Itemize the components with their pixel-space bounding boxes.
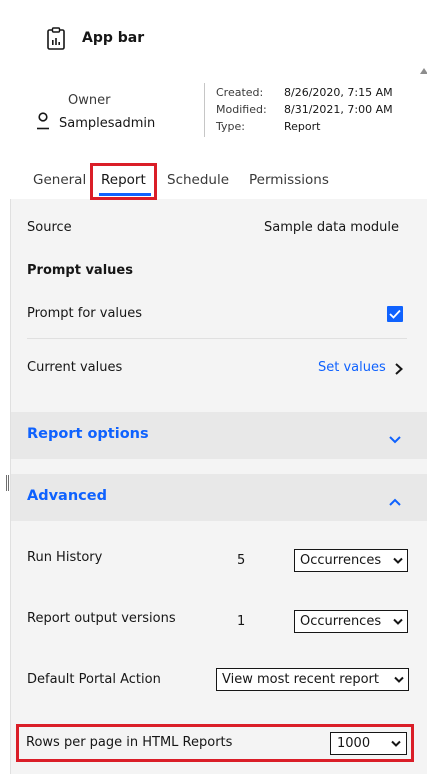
prompt-for-values-label: Prompt for values — [27, 306, 143, 321]
run-history-unit-select[interactable]: Occurrences — [294, 549, 408, 572]
tab-general[interactable]: General — [33, 172, 86, 188]
resize-handle[interactable] — [6, 475, 9, 491]
tab-schedule[interactable]: Schedule — [167, 172, 229, 188]
advanced-section[interactable]: Advanced — [11, 474, 427, 521]
scroll-up-icon[interactable] — [420, 68, 427, 74]
chevron-up-icon[interactable] — [388, 492, 402, 506]
portal-action-label: Default Portal Action — [27, 672, 161, 687]
chevron-down-icon — [393, 618, 403, 625]
tab-permissions[interactable]: Permissions — [249, 172, 329, 188]
meta-divider — [204, 83, 205, 137]
meta-modified: Modified: 8/31/2021, 7:00 AM — [216, 103, 393, 116]
source-label: Source — [27, 220, 72, 235]
run-history-count[interactable]: 5 — [237, 553, 245, 568]
checkmark-icon — [389, 309, 401, 319]
prompt-for-values-checkbox[interactable] — [387, 306, 403, 322]
rows-per-page-highlight — [16, 724, 414, 762]
run-history-label: Run History — [27, 550, 103, 565]
panel-header: App bar — [0, 0, 427, 78]
report-options-section[interactable]: Report options — [11, 412, 427, 459]
source-value: Sample data module — [264, 220, 400, 235]
report-metadata: Created: 8/26/2020, 7:15 AM Modified: 8/… — [216, 84, 393, 135]
chevron-down-icon — [393, 557, 403, 564]
chevron-down-icon — [394, 676, 404, 683]
report-tab-highlight — [90, 163, 157, 200]
current-values-label: Current values — [27, 360, 123, 375]
chevron-down-icon[interactable] — [388, 430, 402, 444]
prompt-values-heading: Prompt values — [27, 263, 133, 278]
meta-created: Created: 8/26/2020, 7:15 AM — [216, 86, 393, 99]
tab-bar: General Report Schedule Permissions — [0, 164, 427, 198]
meta-type: Type: Report — [216, 120, 321, 133]
app-title: App bar — [82, 30, 145, 46]
set-values-link[interactable]: Set values — [318, 360, 386, 375]
output-versions-label: Report output versions — [27, 611, 176, 626]
report-icon — [46, 27, 66, 51]
chevron-right-icon[interactable] — [393, 361, 405, 375]
output-versions-unit-select[interactable]: Occurrences — [294, 610, 408, 633]
user-icon — [36, 112, 50, 130]
output-versions-count[interactable]: 1 — [237, 614, 245, 629]
divider — [27, 338, 407, 339]
advanced-title: Advanced — [27, 488, 107, 504]
portal-action-select[interactable]: View most recent report — [216, 668, 409, 691]
report-options-title: Report options — [27, 426, 149, 442]
owner-label: Owner — [68, 93, 111, 108]
properties-panel: App bar Owner Samplesadmin Created: 8/26… — [0, 0, 427, 774]
owner-name: Samplesadmin — [59, 116, 156, 131]
